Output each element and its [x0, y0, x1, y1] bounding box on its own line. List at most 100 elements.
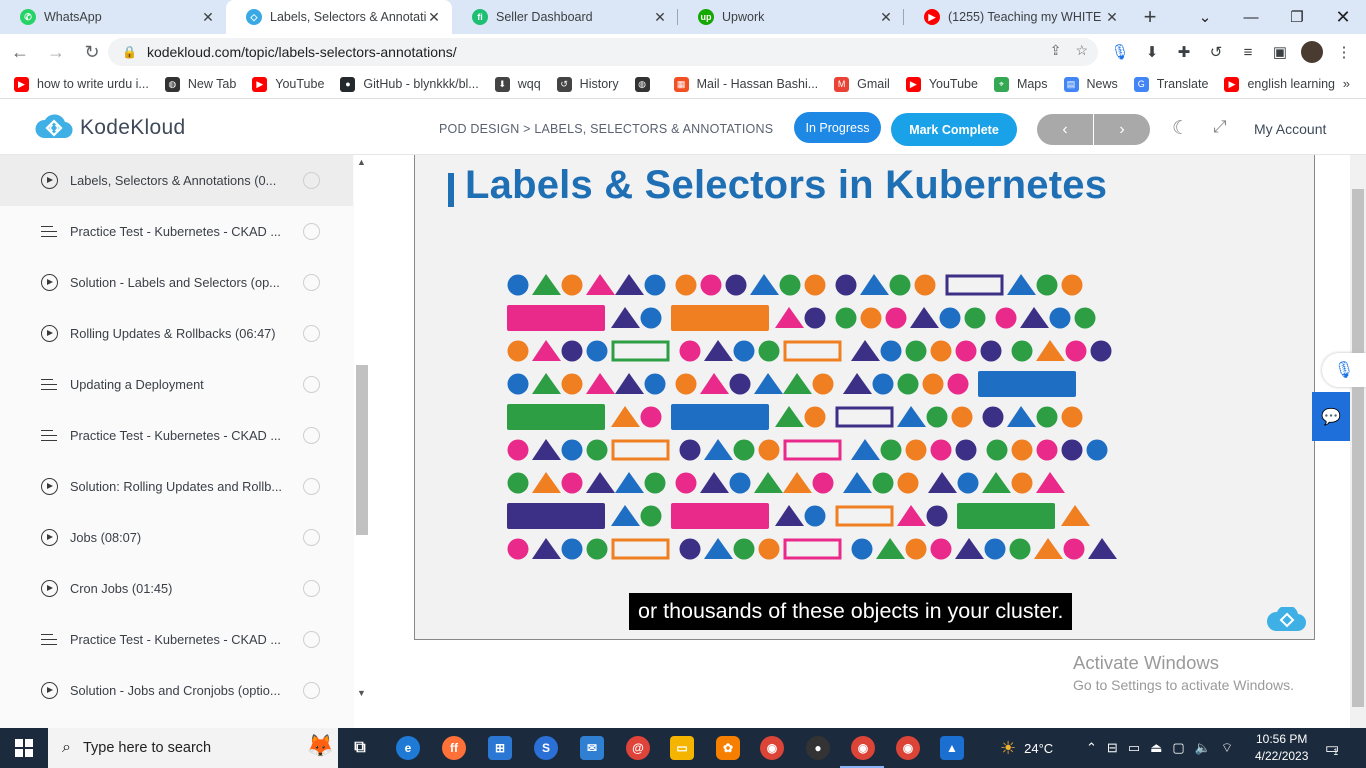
lesson-title[interactable]: Rolling Updates & Rollbacks (06:47)	[70, 326, 292, 341]
lesson-title[interactable]: Practice Test - Kubernetes - CKAD ...	[70, 632, 292, 647]
microsoft-store-icon[interactable]: ⊞	[488, 736, 512, 760]
bookmark-item[interactable]: ▶ YouTube	[252, 76, 324, 92]
bookmark-label[interactable]: Mail - Hassan Bashi...	[697, 77, 819, 91]
sidebar-lesson-item[interactable]: Solution - Jobs and Cronjobs (optio...	[0, 665, 353, 716]
network-adapter-icon[interactable]: ⊟	[1107, 740, 1118, 756]
previous-lesson-button[interactable]: ‹	[1037, 114, 1093, 145]
address-bar[interactable]: 🔒 kodekloud.com/topic/labels-selectors-a…	[108, 38, 1098, 66]
lesson-title[interactable]: Labels, Selectors & Annotations (0...	[70, 173, 292, 188]
bookmark-label[interactable]: how to write urdu i...	[37, 77, 149, 91]
completion-circle-icon[interactable]	[303, 580, 320, 597]
sidebar-lesson-item[interactable]: Practice Test - Kubernetes - CKAD ...	[0, 410, 353, 461]
bookmark-item[interactable]: ▶ english learning	[1224, 76, 1335, 92]
sidebar-lesson-item[interactable]: Solution: Rolling Updates and Rollb...	[0, 461, 353, 512]
bookmark-label[interactable]: New Tab	[188, 77, 236, 91]
scroll-up-arrow-icon[interactable]: ▲	[357, 157, 366, 167]
edge-browser-icon[interactable]: e	[396, 736, 420, 760]
weather-widget[interactable]: ☀ 24°C	[1000, 728, 1053, 768]
voice-search-icon[interactable]: 🎙	[1106, 37, 1134, 67]
new-tab-button[interactable]: +	[1130, 0, 1170, 34]
bookmark-item[interactable]: ↺ History	[556, 76, 619, 92]
browser-tab[interactable]: fi Seller Dashboard ✕	[452, 0, 678, 34]
browser-tab[interactable]: up Upwork ✕	[678, 0, 904, 34]
sidebar-lesson-item[interactable]: Practice Test - Kubernetes - CKAD ...	[0, 614, 353, 665]
bookmark-item[interactable]: ▦ Mail - Hassan Bashi...	[673, 76, 819, 92]
bookmark-item[interactable]: ◍ New Tab	[164, 76, 236, 92]
bookmark-item[interactable]: ▶ how to write urdu i...	[14, 76, 149, 92]
lesson-title[interactable]: Cron Jobs (01:45)	[70, 581, 292, 596]
bookmark-item[interactable]: G Translate	[1133, 76, 1208, 92]
sidebar-scroll-thumb[interactable]	[356, 365, 368, 535]
taskbar-search-box[interactable]: ⌕ Type here to search 🦊	[48, 728, 338, 768]
show-hidden-icons-chevron-icon[interactable]: ⌃	[1086, 740, 1097, 756]
settings-gear-app-icon[interactable]: ✿	[716, 736, 740, 760]
my-account-link[interactable]: My Account	[1254, 121, 1326, 137]
bookmark-item[interactable]: ▤ News	[1063, 76, 1118, 92]
photos-icon[interactable]: ▲	[940, 736, 964, 760]
download-extension-icon[interactable]: ⬇	[1138, 37, 1166, 67]
page-scroll-thumb[interactable]	[1352, 189, 1364, 707]
bookmark-label[interactable]: Gmail	[857, 77, 890, 91]
video-player[interactable]: Labels & Selectors in Kubernetes or thou…	[414, 155, 1315, 640]
sidebar-lesson-item[interactable]: Cron Jobs (01:45)	[0, 563, 353, 614]
mail-icon[interactable]: ✉	[580, 736, 604, 760]
taskbar-clock[interactable]: 10:56 PM 4/22/2023	[1255, 731, 1308, 765]
bookmark-item[interactable]: ◍	[634, 76, 658, 92]
share-icon[interactable]: ⇪	[1050, 42, 1062, 59]
extensions-puzzle-icon[interactable]: ✚	[1170, 37, 1198, 67]
wifi-icon[interactable]: ⌔	[1221, 740, 1233, 756]
completion-circle-icon[interactable]	[303, 172, 320, 189]
kodekloud-logo[interactable]: KodeKloud	[34, 114, 185, 142]
fullscreen-expand-icon[interactable]: ⤢	[1213, 117, 1227, 137]
close-tab-icon[interactable]: ✕	[878, 9, 894, 26]
breadcrumb[interactable]: POD DESIGN > LABELS, SELECTORS & ANNOTAT…	[439, 122, 773, 136]
chrome-menu-icon[interactable]: ⋮	[1330, 37, 1358, 67]
reload-icon[interactable]: ↻	[76, 36, 108, 68]
app-spiral-icon[interactable]: @	[626, 736, 650, 760]
completion-circle-icon[interactable]	[303, 682, 320, 699]
sidebar-lesson-item[interactable]: Jobs (08:07)	[0, 512, 353, 563]
obs-recorder-icon[interactable]: ●	[806, 736, 830, 760]
tab-title[interactable]: WhatsApp	[44, 10, 200, 24]
bookmark-label[interactable]: GitHub - blynkkk/bl...	[363, 77, 478, 91]
minimize-button[interactable]: —	[1228, 0, 1274, 34]
lesson-title[interactable]: Updating a Deployment	[70, 377, 292, 392]
notification-center-icon[interactable]: ▭ 1	[1325, 728, 1339, 768]
browser-tab[interactable]: ▶ (1255) Teaching my WHITE fr ✕	[904, 0, 1130, 34]
browser-tab[interactable]: ◇ Labels, Selectors & Annotatio ✕	[226, 0, 452, 34]
forward-arrow-icon[interactable]: →	[40, 36, 72, 68]
voice-input-microphone-icon[interactable]: 🎙	[1322, 353, 1366, 387]
bookmark-label[interactable]: Maps	[1017, 77, 1048, 91]
bookmark-label[interactable]: History	[580, 77, 619, 91]
next-lesson-button[interactable]: ›	[1094, 114, 1150, 145]
reading-list-icon[interactable]: ≡	[1234, 37, 1262, 67]
bookmark-label[interactable]: YouTube	[929, 77, 978, 91]
profile-avatar[interactable]	[1298, 37, 1326, 67]
completion-circle-icon[interactable]	[303, 631, 320, 648]
completion-circle-icon[interactable]	[303, 274, 320, 291]
bookmark-label[interactable]: News	[1087, 77, 1118, 91]
firefox-icon[interactable]: ff	[442, 736, 466, 760]
bookmark-item[interactable]: ⬇ wqq	[494, 76, 541, 92]
url-text[interactable]: kodekloud.com/topic/labels-selectors-ann…	[147, 44, 457, 60]
completion-circle-icon[interactable]	[303, 427, 320, 444]
dark-mode-moon-icon[interactable]: ☾	[1172, 117, 1189, 140]
file-explorer-folder-icon[interactable]: ▭	[670, 736, 694, 760]
bookmark-label[interactable]: YouTube	[275, 77, 324, 91]
usb-device-icon[interactable]: ⏏	[1150, 740, 1162, 756]
close-tab-icon[interactable]: ✕	[1104, 9, 1120, 26]
back-arrow-icon[interactable]: ←	[4, 36, 36, 68]
sidebar-lesson-item[interactable]: Updating a Deployment	[0, 359, 353, 410]
lesson-title[interactable]: Solution - Labels and Selectors (op...	[70, 275, 292, 290]
sidebar-lesson-item[interactable]: Labels, Selectors & Annotations (0...	[0, 155, 353, 206]
mark-complete-button[interactable]: Mark Complete	[891, 113, 1017, 146]
completion-circle-icon[interactable]	[303, 223, 320, 240]
sidebar-lesson-item[interactable]: Rolling Updates & Rollbacks (06:47)	[0, 308, 353, 359]
search-highlight-fox-icon[interactable]: 🦊	[307, 733, 334, 759]
sidebar-lesson-item[interactable]: Practice Test - Kubernetes - CKAD ...	[0, 206, 353, 257]
skype-icon[interactable]: S	[534, 736, 558, 760]
battery-icon[interactable]: ▭	[1128, 740, 1140, 756]
taskbar-search-placeholder[interactable]: Type here to search	[83, 740, 211, 756]
bookmark-label[interactable]: wqq	[518, 77, 541, 91]
close-tab-icon[interactable]: ✕	[652, 9, 668, 26]
